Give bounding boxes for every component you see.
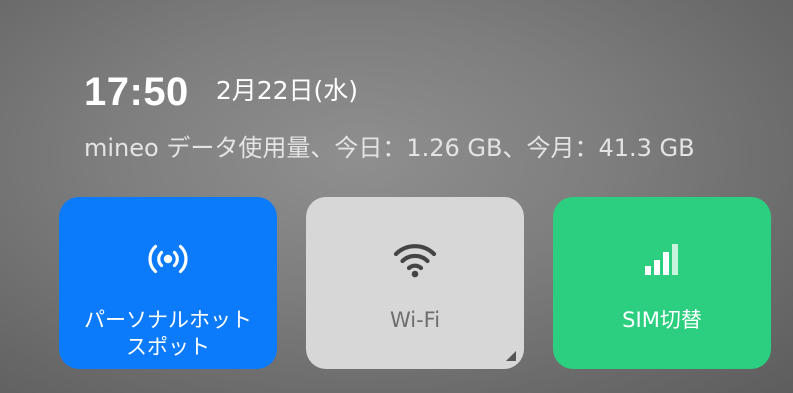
data-usage-text: mineo データ使用量、今日：1.26 GB、今月：41.3 GB <box>84 134 695 162</box>
date-text: 2月22日(水) <box>215 76 359 105</box>
wifi-toggle-tile[interactable]: Wi-Fi <box>306 197 524 369</box>
sim-switch-tile[interactable]: SIM切替 <box>553 197 771 369</box>
hotspot-icon <box>59 237 277 281</box>
expand-corner-icon <box>506 351 516 361</box>
sim-switch-label: SIM切替 <box>622 308 702 332</box>
clock-time: 17:50 <box>84 70 189 114</box>
hotspot-label: パーソナルホット スポット <box>65 307 271 361</box>
hotspot-label-line1: パーソナルホット <box>84 308 252 332</box>
signal-bars-icon <box>553 237 771 281</box>
status-header: 17:50 2月22日(水) <box>84 70 358 118</box>
hotspot-label-line2: スポット <box>126 335 210 359</box>
hotspot-toggle-tile[interactable]: パーソナルホット スポット <box>59 197 277 369</box>
wifi-label: Wi-Fi <box>389 308 441 332</box>
wifi-icon <box>306 237 524 281</box>
